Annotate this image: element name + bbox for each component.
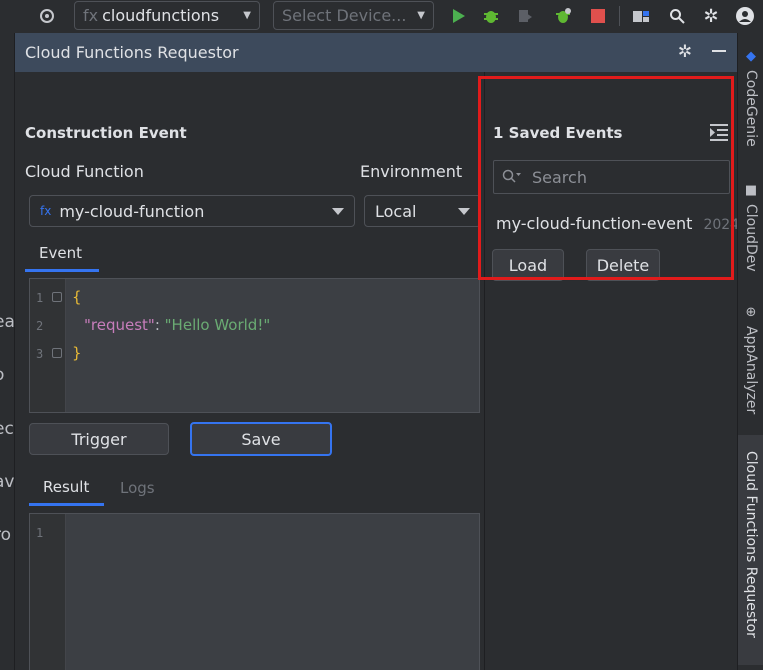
- line-number: 1: [36, 526, 44, 540]
- chevron-down-icon: [458, 207, 470, 215]
- event-json-editor[interactable]: 1 2 3 { "request": "Hello World!" }: [29, 278, 480, 413]
- stop-icon[interactable]: [587, 5, 609, 27]
- device-placeholder: Select Device...: [282, 6, 407, 25]
- chevron-down-icon: ▼: [243, 10, 251, 21]
- json-string-value: "Hello World!": [164, 316, 271, 334]
- toolbar-separator: [619, 6, 620, 26]
- save-button[interactable]: Save: [190, 422, 332, 456]
- tab-clouddev-label: CloudDev: [743, 204, 759, 272]
- environment-label: Environment: [360, 162, 463, 181]
- debug-icon[interactable]: [480, 5, 502, 27]
- tool-window-header: Cloud Functions Requestor ✲: [15, 33, 738, 72]
- minimize-icon[interactable]: [709, 42, 729, 62]
- editor-text-fragment: o: [0, 365, 4, 385]
- run-config-label: cloudfunctions: [102, 6, 220, 25]
- cloud-function-select[interactable]: fx my-cloud-function: [29, 195, 355, 227]
- fold-marker-icon[interactable]: [52, 348, 62, 358]
- tool-window-title: Cloud Functions Requestor: [25, 43, 239, 62]
- editor-edge: ea o ec av ro: [0, 33, 14, 670]
- coverage-icon[interactable]: [514, 5, 536, 27]
- tab-cloud-functions-requestor[interactable]: Cloud Functions Requestor: [738, 435, 763, 665]
- tab-clouddev[interactable]: ■ CloudDev: [738, 183, 763, 272]
- code-brace-close: }: [72, 344, 82, 362]
- result-output-editor[interactable]: 1: [29, 513, 480, 670]
- run-icon[interactable]: [448, 5, 470, 27]
- editor-text-fragment: ea: [0, 312, 14, 332]
- trigger-button[interactable]: Trigger: [29, 423, 169, 455]
- saved-events-highlight-box: [478, 76, 734, 280]
- editor-text-fragment: ec: [0, 419, 14, 439]
- settings-icon[interactable]: ✲: [700, 5, 722, 27]
- code-brace-open: {: [72, 288, 82, 306]
- cloud-function-value: my-cloud-function: [59, 201, 205, 221]
- tab-event-label: Event: [39, 243, 82, 262]
- right-tool-strip: ◆ CodeGenie ■ CloudDev ⊕ AppAnalyzer Clo…: [737, 33, 763, 670]
- editor-text-fragment: av: [0, 472, 14, 492]
- tab-result-label: Result: [43, 477, 90, 496]
- cloud-functions-requestor-window: Cloud Functions Requestor ✲ Construction…: [14, 33, 738, 670]
- tab-result[interactable]: Result: [29, 470, 104, 506]
- codegenie-icon: ◆: [746, 49, 756, 64]
- function-icon: fx: [83, 6, 99, 25]
- run-config-combo[interactable]: fx cloudfunctions ▼: [74, 1, 260, 30]
- tab-cloud-functions-requestor-label: Cloud Functions Requestor: [743, 451, 759, 638]
- fold-marker-icon[interactable]: [52, 292, 62, 302]
- tab-appanalyzer[interactable]: ⊕ AppAnalyzer: [738, 305, 763, 414]
- device-combo[interactable]: Select Device... ▼: [273, 1, 434, 30]
- environment-select[interactable]: Local: [364, 195, 481, 227]
- tab-logs-label: Logs: [120, 479, 155, 497]
- appanalyzer-icon: ⊕: [745, 305, 757, 320]
- tab-logs[interactable]: Logs: [106, 470, 172, 506]
- main-toolbar: fx cloudfunctions ▼ Select Device... ▼ ✲: [0, 0, 763, 33]
- json-key: "request": [84, 316, 155, 334]
- chevron-down-icon: ▼: [417, 10, 425, 21]
- json-colon: :: [154, 316, 165, 334]
- line-number: 3: [36, 347, 44, 361]
- user-icon[interactable]: [734, 5, 756, 27]
- line-number: 2: [36, 319, 44, 333]
- project-structure-icon[interactable]: [630, 5, 652, 27]
- gear-icon[interactable]: ✲: [675, 42, 695, 62]
- cloud-function-label: Cloud Function: [25, 162, 144, 181]
- line-number: 1: [36, 291, 44, 305]
- tab-event[interactable]: Event: [25, 236, 99, 272]
- environment-value: Local: [375, 201, 417, 221]
- code-line-request: "request": "Hello World!": [84, 316, 270, 334]
- construction-event-panel: Construction Event Cloud Function Enviro…: [15, 72, 484, 670]
- target-icon[interactable]: [36, 5, 58, 27]
- editor-text-fragment: ro: [0, 525, 12, 545]
- tab-appanalyzer-label: AppAnalyzer: [743, 326, 759, 415]
- clouddev-icon: ■: [744, 183, 758, 198]
- function-icon: fx: [40, 204, 52, 218]
- chevron-down-icon: [332, 207, 344, 215]
- search-icon[interactable]: [666, 5, 688, 27]
- profile-icon[interactable]: [552, 5, 574, 27]
- tab-codegenie[interactable]: ◆ CodeGenie: [738, 49, 763, 147]
- construction-heading: Construction Event: [25, 124, 187, 142]
- tab-codegenie-label: CodeGenie: [743, 70, 759, 147]
